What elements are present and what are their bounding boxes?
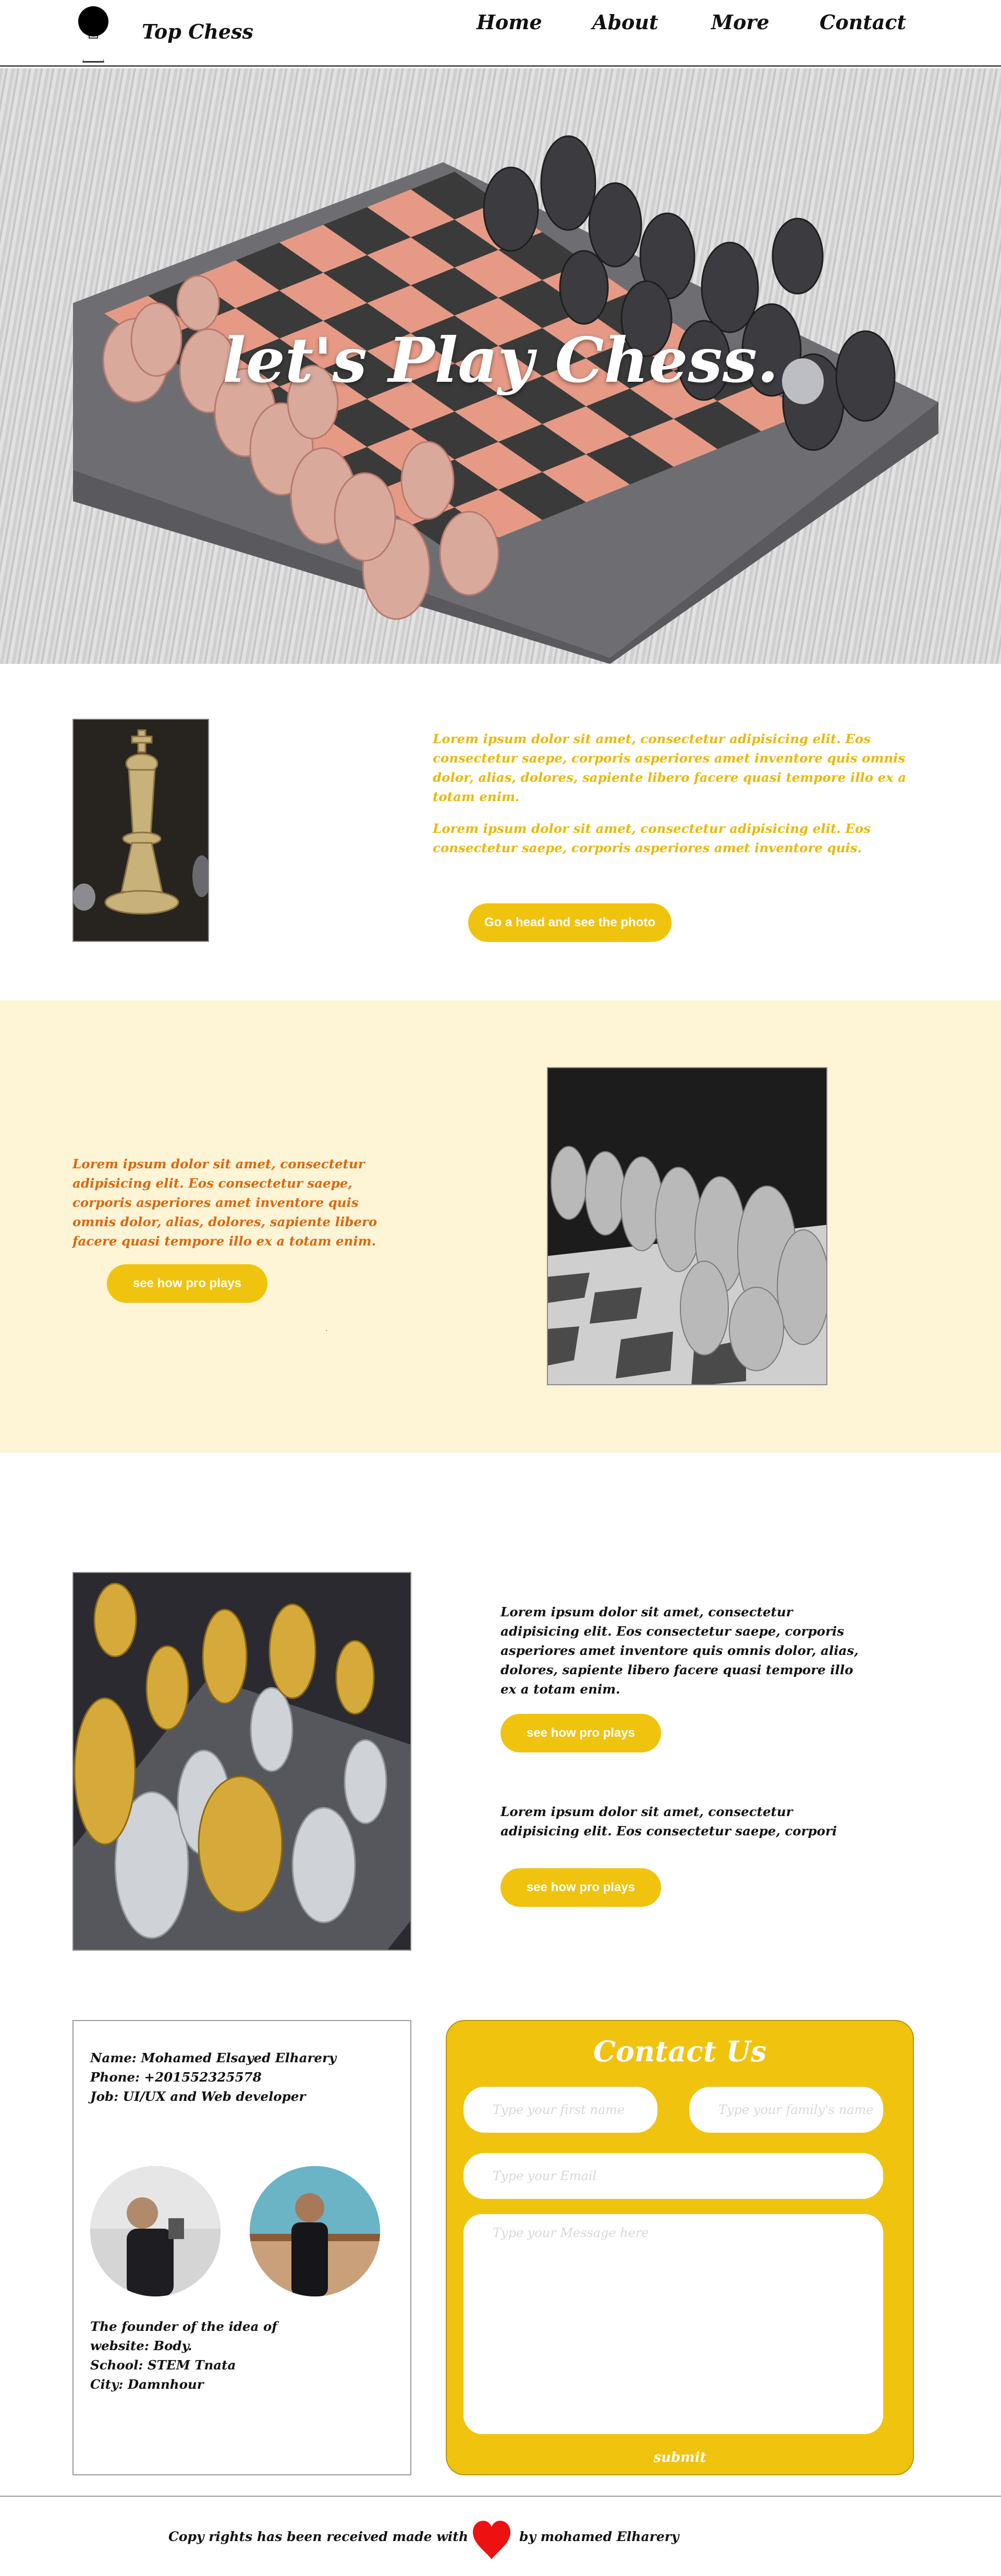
king-piece-image: [72, 719, 209, 942]
nav-home-link[interactable]: Home: [477, 10, 542, 34]
nav-more-link[interactable]: More: [711, 10, 770, 34]
message-field[interactable]: [463, 2214, 883, 2434]
nav-about-link[interactable]: About: [592, 10, 658, 34]
profile-founder: The founder of the idea of website: Body…: [90, 2319, 277, 2353]
avatar-1: [90, 2166, 221, 2296]
email-field[interactable]: [463, 2153, 883, 2199]
contact-title: Contact Us: [593, 2035, 767, 2068]
section2-paragraph: Lorem ipsum dolor sit amet, consectetur …: [72, 1156, 377, 1249]
heart-icon: [473, 2521, 510, 2559]
chess-pawn-icon[interactable]: [77, 6, 109, 64]
copyright-text-left: Copy rights has been received made with: [168, 2529, 468, 2544]
first-name-field[interactable]: [463, 2087, 657, 2133]
profile-card: Name: Mohamed Elsayed Elharery Phone: +2…: [72, 2020, 411, 2475]
see-pro-plays-button-3[interactable]: see how pro plays: [500, 1868, 661, 1907]
profile-city: City: Damnhour: [90, 2377, 204, 2392]
section1-paragraph-1: Lorem ipsum dolor sit amet, consectetur …: [433, 731, 907, 804]
gold-silver-chess-image: [72, 1572, 411, 1951]
section3-paragraph-2: Lorem ipsum dolor sit amet, consectetur …: [500, 1804, 837, 1839]
see-pro-plays-button-2[interactable]: see how pro plays: [500, 1714, 661, 1752]
profile-job: Job: UI/UX and Web developer: [90, 2089, 306, 2104]
contact-form: Contact Us submit: [446, 2020, 914, 2475]
profile-name: Name: Mohamed Elsayed Elharery: [90, 2050, 337, 2065]
top-navbar: Top Chess Home About More Contact: [0, 0, 1001, 67]
stray-dot: .: [325, 1325, 328, 1333]
avatar-2: [250, 2166, 380, 2296]
copyright-footer: Copy rights has been received made with …: [0, 2496, 1001, 2576]
section1-paragraph-2: Lorem ipsum dolor sit amet, consectetur …: [433, 821, 871, 855]
see-photo-button[interactable]: Go a head and see the photo: [468, 903, 672, 942]
profile-phone: Phone: +201552325578: [90, 2070, 262, 2085]
profile-school: School: STEM Tnata: [90, 2357, 236, 2373]
brand-name[interactable]: Top Chess: [142, 20, 253, 43]
copyright-text-right: by mohamed Elharery: [519, 2529, 679, 2544]
hero-title: let's Play Chess.: [222, 324, 779, 396]
hero-banner: let's Play Chess.: [0, 68, 1001, 664]
nav-contact-link[interactable]: Contact: [820, 10, 906, 34]
see-pro-plays-button-1[interactable]: see how pro plays: [107, 1264, 267, 1303]
family-name-field[interactable]: [689, 2087, 883, 2133]
submit-button[interactable]: submit: [447, 2450, 913, 2465]
stone-chess-pieces-image: [547, 1067, 827, 1385]
section3-paragraph-1: Lorem ipsum dolor sit amet, consectetur …: [500, 1604, 859, 1697]
